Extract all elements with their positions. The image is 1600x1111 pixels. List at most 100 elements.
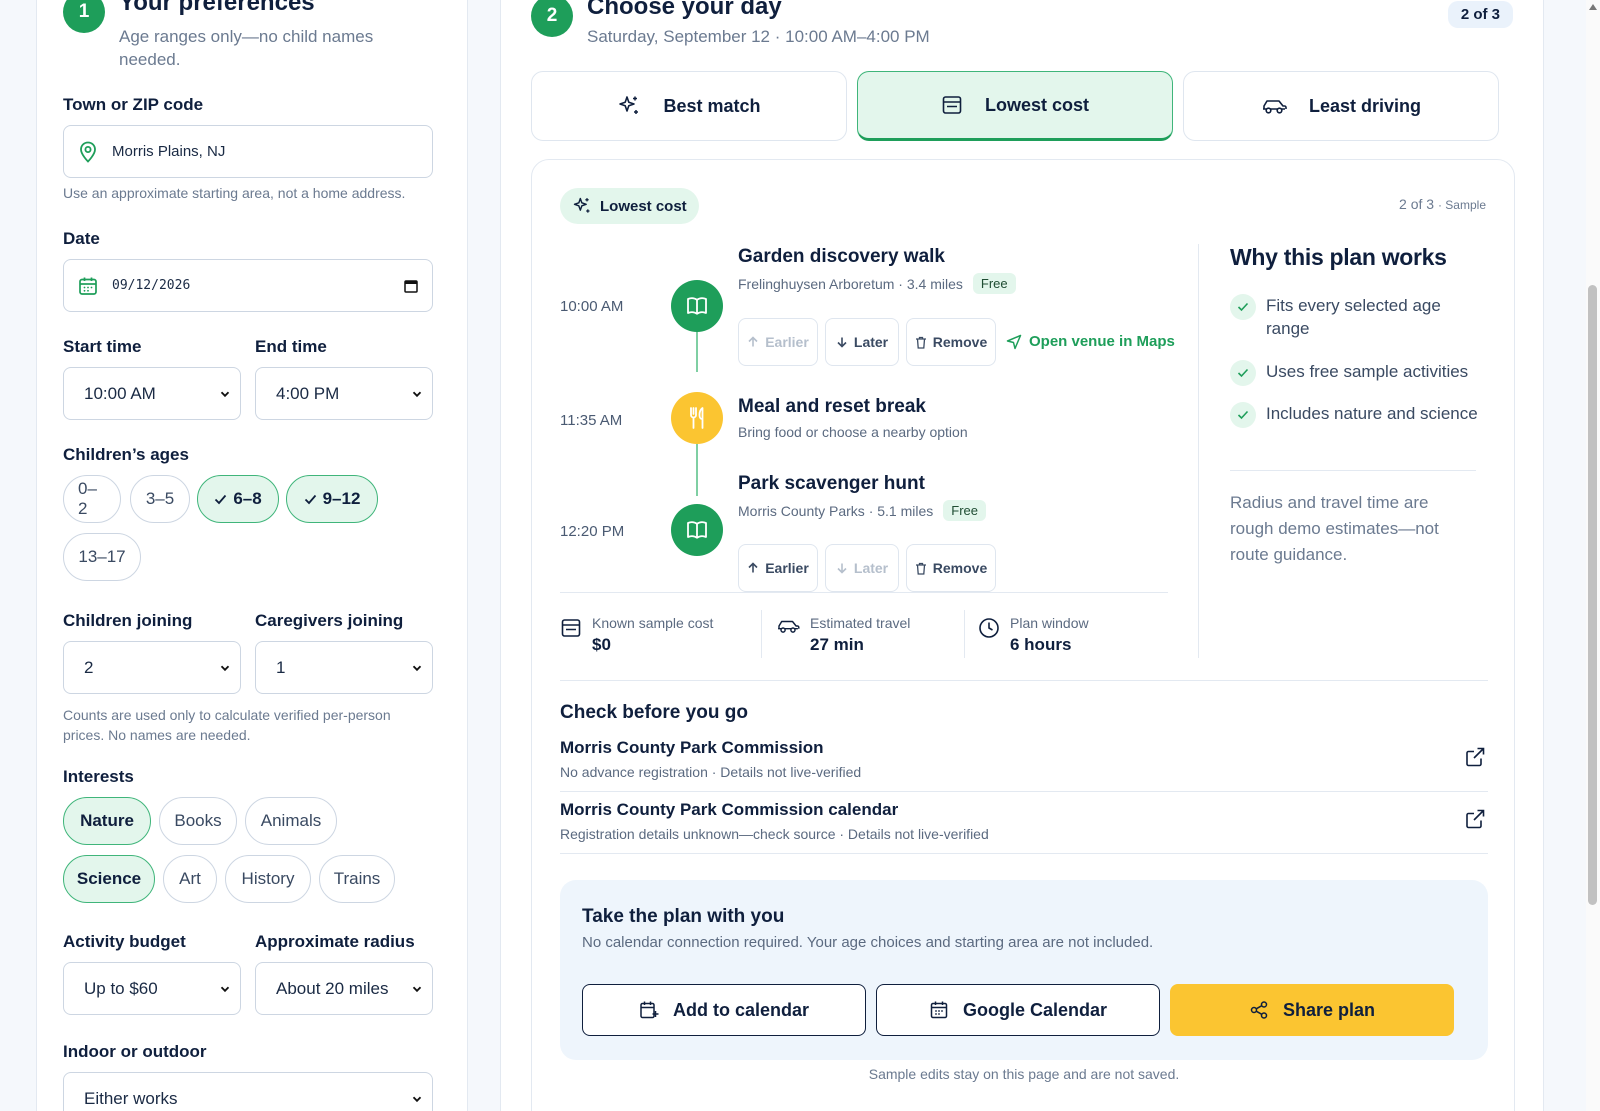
children-joining-select[interactable]: 2 (63, 641, 241, 694)
plan-counter-value: 2 of 3 (1399, 196, 1435, 212)
age-chip-9-12[interactable]: 9–12 (286, 475, 378, 523)
scrollbar[interactable] (1586, 0, 1600, 1111)
tab-lowest-cost[interactable]: Lowest cost (857, 71, 1173, 141)
divider (761, 610, 762, 658)
check-circle-icon (1230, 402, 1256, 428)
remove-button[interactable]: Remove (906, 318, 996, 366)
interest-chip-trains[interactable]: Trains (319, 855, 395, 903)
tab-label: Lowest cost (984, 94, 1090, 115)
date-label: Date (63, 229, 100, 248)
interest-chip-label: History (241, 869, 295, 888)
check-circle-icon (1230, 294, 1256, 320)
caregivers-joining-select[interactable]: 1 (255, 641, 433, 694)
radius-select[interactable]: About 20 miles (255, 962, 433, 1015)
move-later-button[interactable]: Later (825, 318, 899, 366)
sparkle-icon (617, 94, 653, 118)
interest-chip-label: Animals (260, 811, 322, 830)
stat-travel: Estimated travel 27 min (776, 615, 910, 655)
interest-chip-art[interactable]: Art (163, 855, 217, 903)
stat-window: Plan window 6 hours (978, 615, 1089, 655)
interest-chip-nature[interactable]: Nature (63, 797, 151, 845)
share-plan-button[interactable]: Share plan (1170, 984, 1454, 1036)
preferences-title: Your preferences (119, 0, 315, 16)
activity-title: Garden discovery walk (738, 246, 945, 267)
add-to-calendar-button[interactable]: Add to calendar (582, 984, 866, 1036)
age-chip-3-5[interactable]: 3–5 (130, 475, 190, 523)
step-number-badge: 1 (63, 0, 105, 33)
tab-label: Best match (663, 95, 761, 116)
activity-marker (671, 504, 723, 556)
activity-title: Meal and reset break (738, 396, 926, 417)
move-earlier-button[interactable]: Earlier (738, 318, 818, 366)
button-label: Earlier (765, 334, 809, 350)
book-icon (685, 295, 709, 317)
interest-chip-label: Books (174, 811, 222, 830)
source-title: Morris County Park Commission calendar (560, 800, 899, 819)
activity-meta-text: Morris County Parks · 5.1 miles (738, 502, 934, 519)
move-earlier-button[interactable]: Earlier (738, 544, 818, 592)
tab-least-driving[interactable]: Least driving (1183, 71, 1499, 141)
navigation-arrow-icon (1006, 334, 1029, 350)
trash-icon (915, 562, 933, 575)
remove-button[interactable]: Remove (906, 544, 996, 592)
end-time-value: 4:00 PM (276, 383, 340, 403)
footnote: Sample edits stay on this page and are n… (868, 1066, 1180, 1082)
date-input[interactable]: 09/12/2026 (63, 259, 433, 312)
interest-chip-animals[interactable]: Animals (245, 797, 337, 845)
interest-chip-science[interactable]: Science (63, 855, 155, 903)
date-picker-icon[interactable] (404, 279, 418, 293)
age-chip-0-2[interactable]: 0–2 (63, 475, 121, 523)
external-link-icon[interactable] (1464, 808, 1486, 835)
plan-card: Lowest cost 2 of 3 · Sample 10:00 AM Gar… (531, 159, 1515, 1111)
divider (1198, 244, 1199, 658)
day-subtitle: Saturday, September 12 · 10:00 AM–4:00 P… (587, 27, 930, 46)
take-plan-title: Take the plan with you (582, 906, 785, 927)
move-later-button[interactable]: Later (825, 544, 899, 592)
google-calendar-button[interactable]: Google Calendar (876, 984, 1160, 1036)
indoor-outdoor-value: Either works (84, 1088, 178, 1108)
caregivers-joining-label: Caregivers joining (255, 611, 404, 630)
activity-time: 10:00 AM (560, 298, 624, 315)
button-label: Later (853, 334, 889, 350)
age-chip-label: 0–2 (78, 479, 97, 518)
end-time-select[interactable]: 4:00 PM (255, 367, 433, 420)
source-title: Morris County Park Commission (560, 738, 824, 757)
take-plan-section: Take the plan with you No calendar conne… (560, 880, 1488, 1060)
interest-chip-label: Trains (333, 869, 381, 888)
town-input[interactable]: Morris Plains, NJ (63, 125, 433, 178)
button-label: Remove (932, 560, 988, 576)
start-time-value: 10:00 AM (84, 383, 156, 403)
button-label: Google Calendar (962, 999, 1108, 1020)
start-time-select[interactable]: 10:00 AM (63, 367, 241, 420)
age-chip-6-8[interactable]: 6–8 (197, 475, 279, 523)
preferences-panel: 1 Your preferences Age ranges only—no ch… (36, 0, 468, 1111)
calendar-add-icon (639, 1000, 673, 1020)
why-this-plan: Why this plan works Fits every selected … (1230, 244, 1480, 564)
indoor-outdoor-select[interactable]: Either works (63, 1072, 433, 1111)
children-joining-value: 2 (84, 657, 94, 677)
age-chip-label: 9–12 (322, 489, 361, 508)
budget-select[interactable]: Up to $60 (63, 962, 241, 1015)
open-maps-link[interactable]: Open venue in Maps (1006, 333, 1175, 350)
chevron-down-icon (220, 984, 230, 994)
activity-meta: Frelinghuysen Arboretum · 3.4 miles Free (738, 273, 1016, 294)
external-link-icon[interactable] (1464, 746, 1486, 773)
divider (1230, 470, 1476, 471)
town-value: Morris Plains, NJ (112, 143, 226, 160)
interests-label: Interests (63, 767, 134, 786)
budget-label: Activity budget (63, 932, 186, 951)
interest-chip-history[interactable]: History (225, 855, 311, 903)
tab-best-match[interactable]: Best match (531, 71, 847, 141)
chevron-down-icon (220, 389, 230, 399)
scrollbar-thumb[interactable] (1588, 285, 1597, 905)
why-item-text: Includes nature and science (1266, 404, 1478, 423)
age-chip-13-17[interactable]: 13–17 (63, 533, 141, 581)
share-icon (1249, 1000, 1283, 1020)
interest-chip-books[interactable]: Books (159, 797, 237, 845)
radius-label: Approximate radius (255, 932, 415, 951)
preferences-header: 1 Your preferences Age ranges only—no ch… (63, 0, 399, 71)
stat-label: Plan window (1010, 615, 1089, 631)
arrow-down-icon (836, 562, 854, 574)
stat-label: Known sample cost (592, 615, 714, 631)
scroll-up-arrow-icon[interactable] (1589, 4, 1597, 10)
